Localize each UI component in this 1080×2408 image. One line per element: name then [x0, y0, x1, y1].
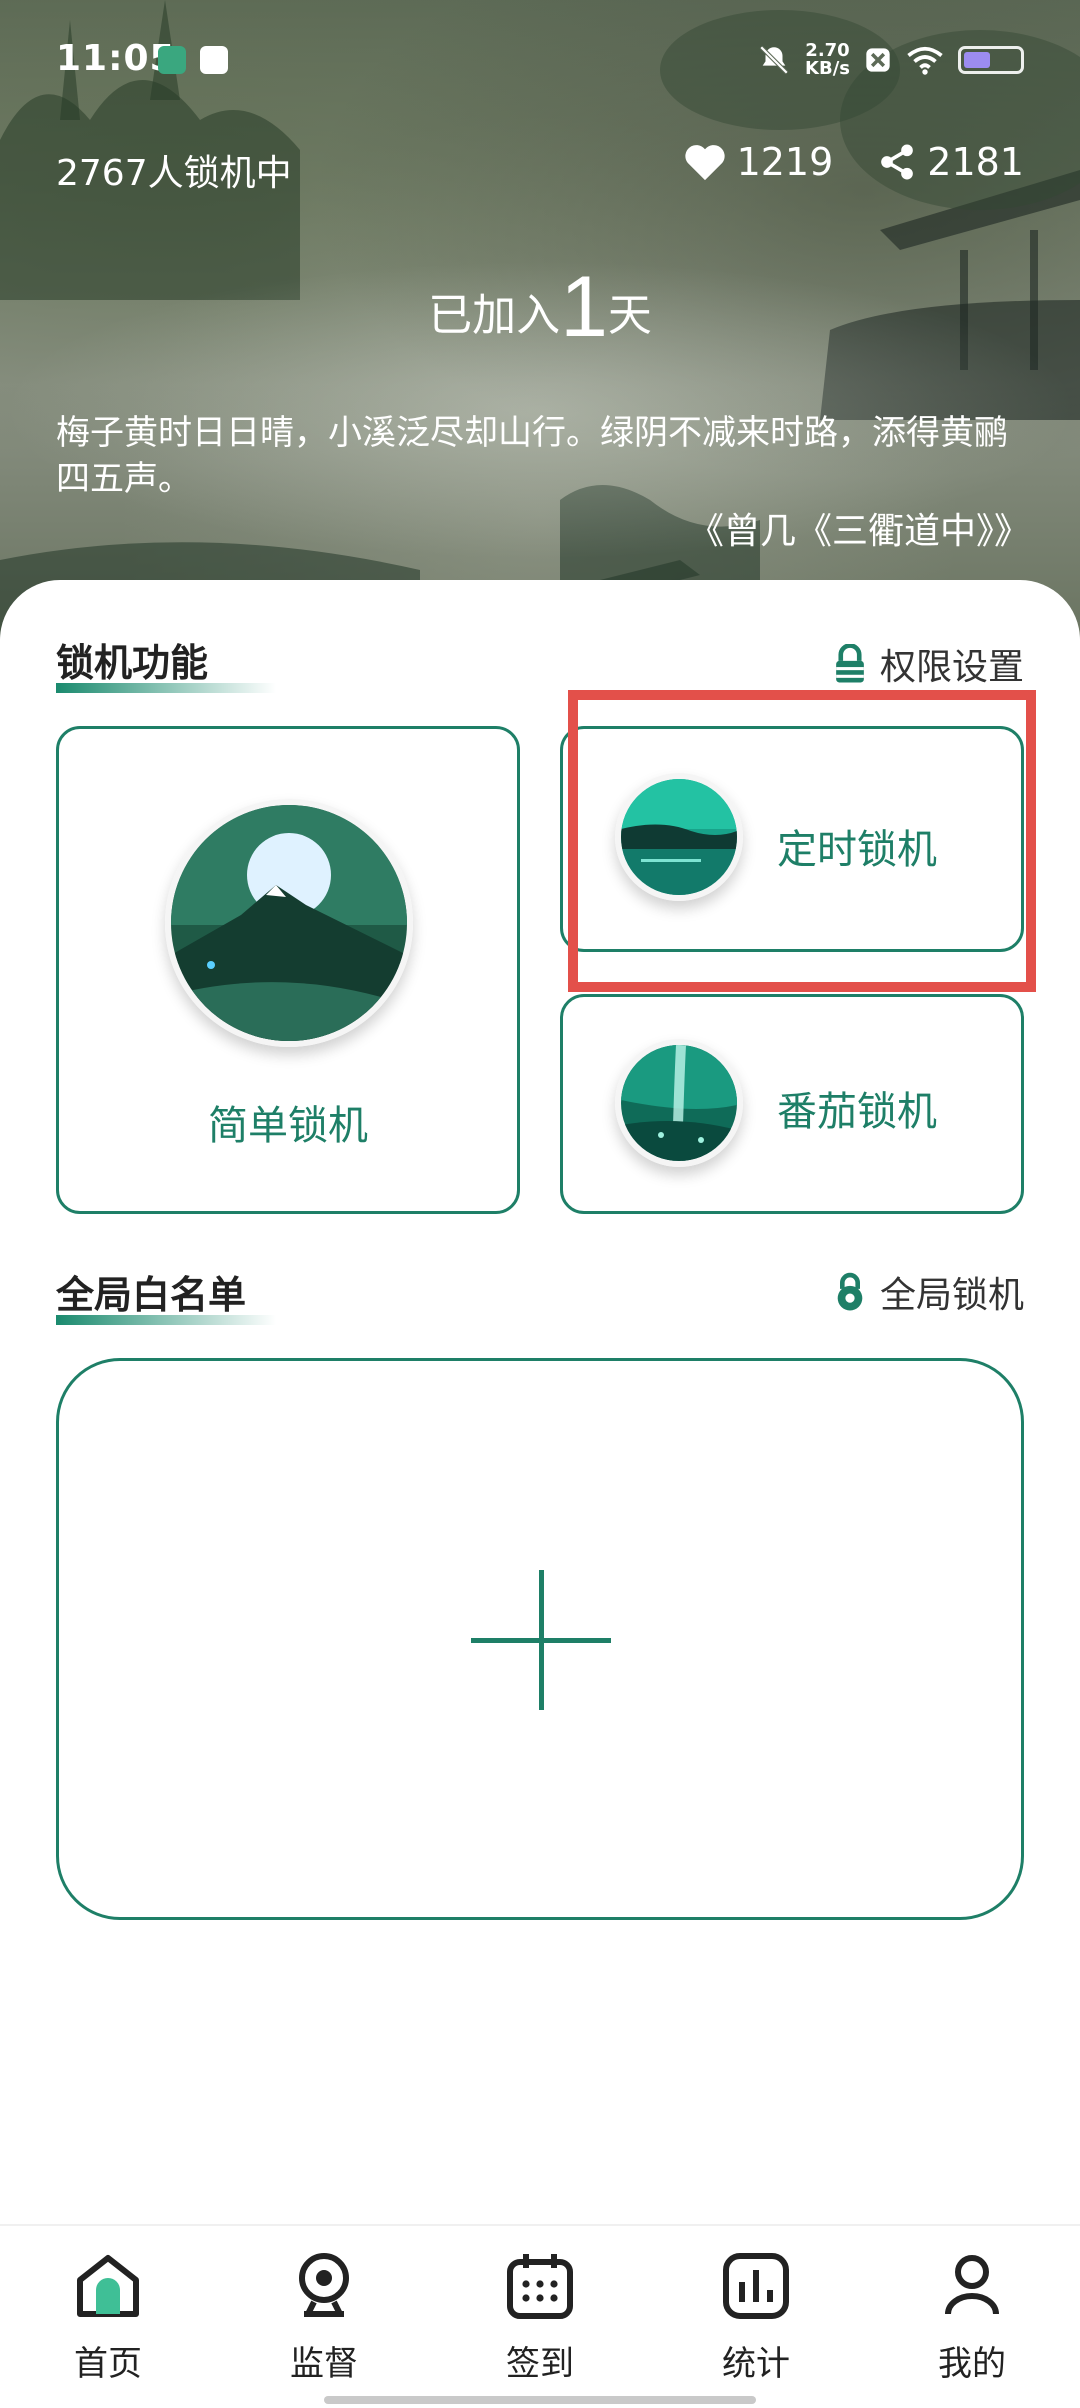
online-count: 2767人锁机中	[56, 153, 292, 194]
tab-profile-label: 我的	[938, 2344, 1006, 2384]
user-icon	[945, 2255, 999, 2315]
header-banner: 11:05 2.70 KB/s 2767人锁机中 1219 2181 已加入1天…	[0, 0, 1080, 640]
joined-days: 已加入1天	[0, 258, 1080, 357]
global-lock-link[interactable]: 全局锁机	[834, 1266, 1024, 1318]
share-icon	[881, 144, 914, 180]
share-count: 2181	[927, 140, 1024, 184]
whitelist-section-title: 全局白名单	[56, 1264, 276, 1325]
status-bar: 11:05 2.70 KB/s	[0, 0, 1080, 120]
mountain-moon-image	[165, 799, 413, 1047]
poem-source: 《曾几《三衢道中》》	[687, 511, 1030, 552]
permission-settings-label: 权限设置	[879, 647, 1024, 688]
net-speed: 2.70 KB/s	[805, 42, 850, 78]
header-stats: 1219 2181	[639, 140, 1024, 184]
highlight-box	[568, 690, 1036, 992]
mute-bell-icon	[759, 45, 789, 75]
battery-level	[964, 52, 990, 68]
tab-home-label: 首页	[74, 2344, 142, 2384]
lock-section-title: 锁机功能	[56, 632, 276, 693]
tomato-lock-label: 番茄锁机	[777, 1089, 937, 1135]
plus-icon	[539, 1570, 544, 1710]
chart-icon	[723, 2253, 789, 2319]
like-count: 1219	[736, 140, 834, 184]
lock-section-title-text: 锁机功能	[56, 641, 209, 685]
simple-lock-card[interactable]: 简单锁机	[56, 726, 520, 1214]
lock-icon	[836, 644, 864, 683]
tab-supervise-label: 监督	[290, 2344, 358, 2384]
simple-lock-label: 简单锁机	[208, 1103, 368, 1149]
title-underline	[56, 683, 276, 693]
whitelist-section-title-text: 全局白名单	[56, 1273, 247, 1317]
wifi-icon	[907, 46, 943, 75]
tab-home[interactable]: 首页	[38, 2246, 178, 2385]
tab-checkin[interactable]: 签到	[470, 2246, 610, 2385]
no-sim-icon	[866, 48, 890, 72]
app-notification-icon	[158, 46, 186, 74]
tab-checkin-label: 签到	[506, 2344, 574, 2384]
global-lock-label: 全局锁机	[879, 1275, 1024, 1316]
share-button[interactable]: 2181	[877, 140, 1024, 184]
whitelist-add-box[interactable]	[56, 1358, 1024, 1920]
home-indicator[interactable]	[324, 2396, 756, 2404]
tab-supervise[interactable]: 监督	[254, 2246, 394, 2385]
padlock-icon	[837, 1272, 863, 1311]
permission-settings-link[interactable]: 权限设置	[834, 638, 1024, 690]
bottom-tab-bar: 首页 监督 签到 统计 我的	[0, 2224, 1080, 2408]
like-button[interactable]: 1219	[683, 140, 834, 184]
joined-days-number: 1	[560, 259, 608, 355]
tab-statistics-label: 统计	[722, 2344, 790, 2384]
heart-icon	[684, 145, 725, 181]
tab-profile[interactable]: 我的	[902, 2246, 1042, 2385]
joined-suffix: 天	[607, 290, 652, 341]
webcam-icon	[299, 2253, 349, 2317]
message-notification-icon	[200, 46, 228, 74]
net-speed-unit: KB/s	[805, 58, 850, 79]
waterfall-image	[615, 1039, 743, 1167]
poem-text: 梅子黄时日日晴，小溪泛尽却山行。绿阴不减来时路，添得黄鹂四五声。	[56, 413, 1008, 499]
battery-icon	[958, 46, 1024, 74]
home-icon	[77, 2255, 139, 2317]
tab-statistics[interactable]: 统计	[686, 2246, 826, 2385]
status-right-group: 2.70 KB/s	[757, 40, 1024, 80]
title-underline	[56, 1315, 276, 1325]
tomato-lock-card[interactable]: 番茄锁机	[560, 994, 1024, 1214]
calendar-icon	[507, 2254, 573, 2319]
joined-prefix: 已加入	[428, 290, 561, 341]
